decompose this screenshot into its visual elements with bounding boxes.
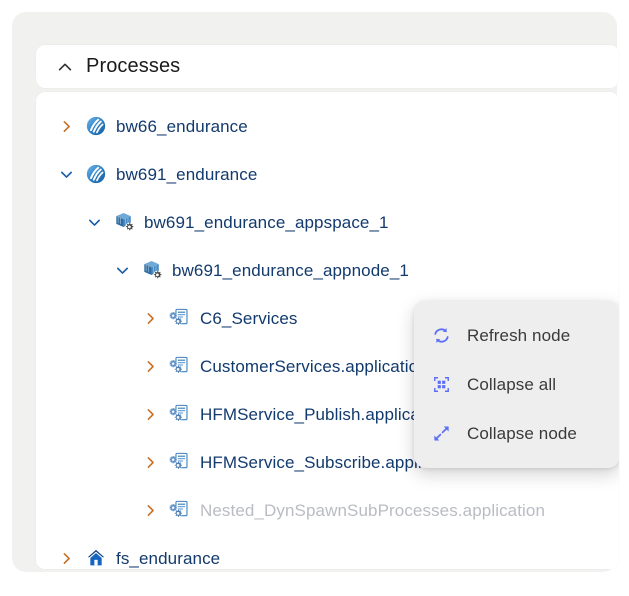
tree-node[interactable]: bw66_endurance (36, 102, 619, 150)
tree-node-label: Nested_DynSpawnSubProcesses.application (200, 500, 546, 520)
tree-node[interactable]: bw691_endurance (36, 150, 619, 198)
processes-tree-card: bw66_endurance bw691_endurance bw691_end… (36, 92, 619, 569)
appspace-icon (144, 261, 162, 279)
chevron-down-icon[interactable] (58, 166, 75, 183)
context-menu-item[interactable]: Refresh node (414, 311, 619, 360)
home-icon (87, 549, 105, 566)
context-menu-item[interactable]: Collapse node (414, 409, 619, 458)
processes-header[interactable]: Processes (36, 45, 619, 88)
collapse-all-icon (434, 377, 449, 392)
page-title: Processes (86, 55, 181, 77)
tree-node[interactable]: bw691_endurance_appspace_1 (36, 198, 619, 246)
chevron-right-icon[interactable] (142, 310, 159, 327)
collapse-node-icon (434, 426, 449, 441)
application-icon (169, 404, 188, 422)
context-menu-item-label: Collapse node (467, 423, 577, 443)
process-engine-icon (86, 164, 106, 184)
chevron-right-icon[interactable] (58, 550, 75, 567)
tree-node-label: bw66_endurance (116, 116, 248, 136)
refresh-icon (434, 328, 449, 343)
chevron-right-icon[interactable] (142, 358, 159, 375)
tree-node[interactable]: fs_endurance (36, 534, 619, 569)
chevron-up-icon[interactable] (56, 58, 74, 76)
chevron-right-icon[interactable] (142, 454, 159, 471)
tree-node[interactable]: Nested_DynSpawnSubProcesses.application (36, 486, 619, 534)
context-menu[interactable]: Refresh node Collapse all Collapse node (414, 301, 619, 468)
processes-panel: Processes bw66_endurance bw691_endurance… (12, 12, 619, 572)
application-icon (169, 452, 188, 470)
tree-node-label: bw691_endurance_appnode_1 (172, 260, 409, 280)
context-menu-item-label: Refresh node (467, 325, 571, 345)
tree-node-label: CustomerServices.application (200, 356, 428, 376)
tree-node-label: HFMService_Publish.application (200, 404, 448, 424)
tree-node[interactable]: bw691_endurance_appnode_1 (36, 246, 619, 294)
tree-node-label: bw691_endurance_appspace_1 (144, 212, 389, 232)
appspace-icon (116, 213, 134, 231)
chevron-down-icon[interactable] (86, 214, 103, 231)
tree-node-label: bw691_endurance (116, 164, 258, 184)
application-icon (169, 500, 188, 518)
chevron-right-icon[interactable] (142, 406, 159, 423)
context-menu-item[interactable]: Collapse all (414, 360, 619, 409)
process-engine-icon (86, 116, 106, 136)
chevron-right-icon[interactable] (58, 118, 75, 135)
context-menu-item-label: Collapse all (467, 374, 557, 394)
application-icon (169, 356, 188, 374)
application-icon (169, 308, 188, 326)
chevron-right-icon[interactable] (142, 502, 159, 519)
chevron-down-icon[interactable] (114, 262, 131, 279)
tree-node-label: C6_Services (200, 308, 298, 328)
tree-node-label: fs_endurance (116, 548, 221, 568)
